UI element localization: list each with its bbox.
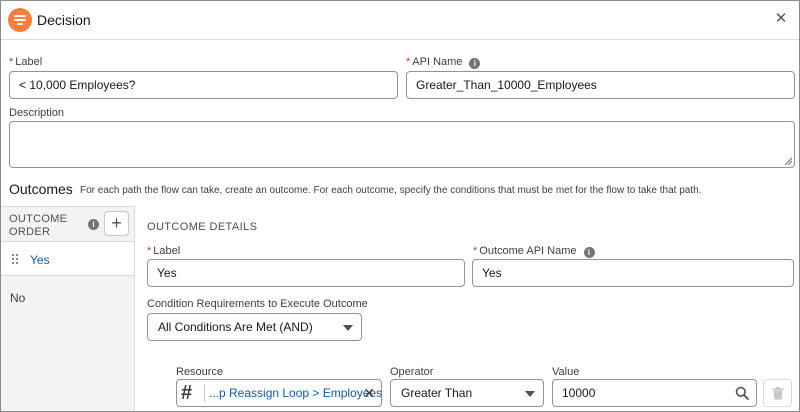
- outcome-label-input[interactable]: Yes: [147, 259, 465, 287]
- label-field-label: * Label: [9, 56, 43, 68]
- outcome-item-label: Yes: [30, 253, 50, 267]
- outcome-api-name-input[interactable]: Yes: [472, 259, 794, 287]
- description-label: Description: [9, 107, 65, 119]
- outcome-api-name-label: * Outcome API Name i: [473, 245, 595, 258]
- delete-condition-button[interactable]: [763, 379, 792, 407]
- resource-label: Resource: [176, 366, 224, 378]
- chevron-down-icon: [525, 391, 535, 397]
- info-icon[interactable]: i: [469, 58, 481, 69]
- outcomes-title: Outcomes: [9, 181, 73, 197]
- number-resource-icon: #: [181, 382, 193, 404]
- outcome-order-panel: OUTCOME ORDER i + Yes No: [1, 206, 135, 411]
- outcome-item-no[interactable]: No: [1, 279, 134, 314]
- header: Decision ✕: [1, 1, 799, 40]
- page-title: Decision: [37, 12, 91, 28]
- close-icon[interactable]: ✕: [773, 11, 789, 27]
- operator-label: Operator: [390, 366, 434, 378]
- resource-pill-label[interactable]: ...p Reassign Loop > Employees: [209, 386, 382, 400]
- drag-handle-icon[interactable]: [12, 254, 18, 265]
- description-textarea[interactable]: [9, 121, 795, 168]
- value-text: 10000: [562, 386, 596, 400]
- outcome-item-label: No: [10, 291, 26, 305]
- clear-icon[interactable]: ✕: [363, 384, 375, 402]
- decision-icon: [8, 8, 32, 32]
- add-outcome-button[interactable]: +: [104, 211, 129, 236]
- outcome-order-heading: OUTCOME ORDER: [9, 213, 68, 238]
- outcome-details-heading: OUTCOME DETAILS: [147, 221, 258, 233]
- operator-select[interactable]: Greater Than: [390, 379, 544, 407]
- chevron-down-icon: [343, 325, 353, 331]
- condition-requirements-label: Condition Requirements to Execute Outcom…: [147, 298, 368, 310]
- info-icon[interactable]: i: [88, 219, 99, 230]
- resource-combobox[interactable]: # ...p Reassign Loop > Employees ✕: [176, 379, 382, 407]
- value-input[interactable]: 10000: [552, 379, 757, 407]
- condition-requirements-select[interactable]: All Conditions Are Met (AND): [147, 313, 362, 341]
- operator-value: Greater Than: [401, 386, 473, 400]
- outcomes-description: For each path the flow can take, create …: [80, 185, 702, 196]
- decision-editor: Decision ✕ * Label < 10,000 Employees? * A…: [0, 0, 800, 412]
- label-input[interactable]: < 10,000 Employees?: [9, 71, 398, 99]
- info-icon[interactable]: i: [583, 247, 595, 258]
- separator: [204, 384, 205, 402]
- outcome-item-yes[interactable]: Yes: [1, 241, 134, 276]
- trash-icon: [772, 387, 784, 400]
- api-name-input[interactable]: Greater_Than_10000_Employees: [406, 71, 795, 99]
- value-label: Value: [552, 366, 580, 378]
- condition-requirements-value: All Conditions Are Met (AND): [158, 320, 313, 334]
- search-icon[interactable]: [735, 386, 749, 400]
- outcome-label-field-label: * Label: [147, 245, 181, 257]
- api-name-field-label: * API Name i: [406, 56, 481, 69]
- resize-handle-icon[interactable]: [784, 157, 792, 165]
